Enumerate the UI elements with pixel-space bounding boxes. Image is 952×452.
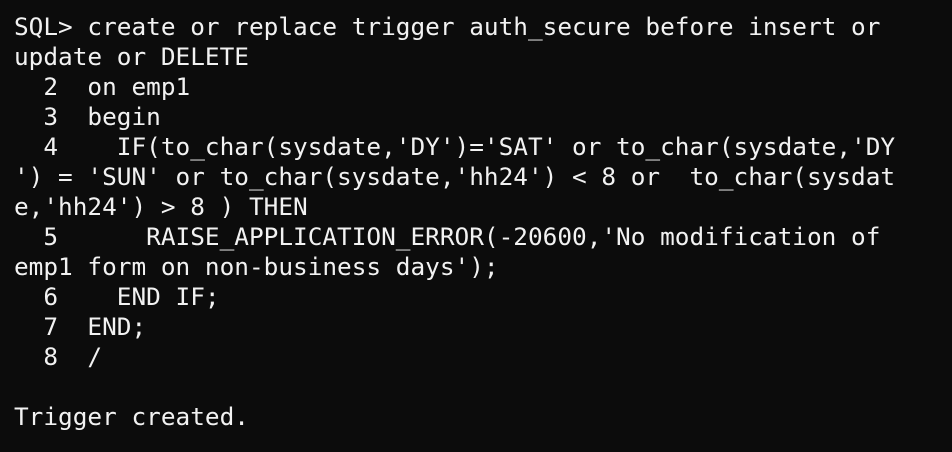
terminal-window[interactable]: SQL> create or replace trigger auth_secu… <box>0 0 952 452</box>
sql-line-3: 3 begin <box>14 102 161 131</box>
sql-line-7: 7 END; <box>14 312 147 341</box>
sql-line-5: 5 RAISE_APPLICATION_ERROR(-20600,'No mod… <box>14 222 881 251</box>
sql-continuation-line: update or DELETE <box>14 42 249 71</box>
sql-line-8: 8 / <box>14 342 103 371</box>
sql-line-4: 4 IF(to_char(sysdate,'DY')='SAT' or to_c… <box>14 132 896 161</box>
sql-line-5-wrap: emp1 form on non-business days'); <box>14 252 499 281</box>
sql-line-6: 6 END IF; <box>14 282 220 311</box>
sql-prompt-line: SQL> create or replace trigger auth_secu… <box>14 12 881 41</box>
sql-line-4-wrap-1: ') = 'SUN' or to_char(sysdate,'hh24') < … <box>14 162 896 191</box>
sql-line-2: 2 on emp1 <box>14 72 191 101</box>
result-message: Trigger created. <box>14 402 249 431</box>
sql-line-4-wrap-2: e,'hh24') > 8 ) THEN <box>14 192 308 221</box>
